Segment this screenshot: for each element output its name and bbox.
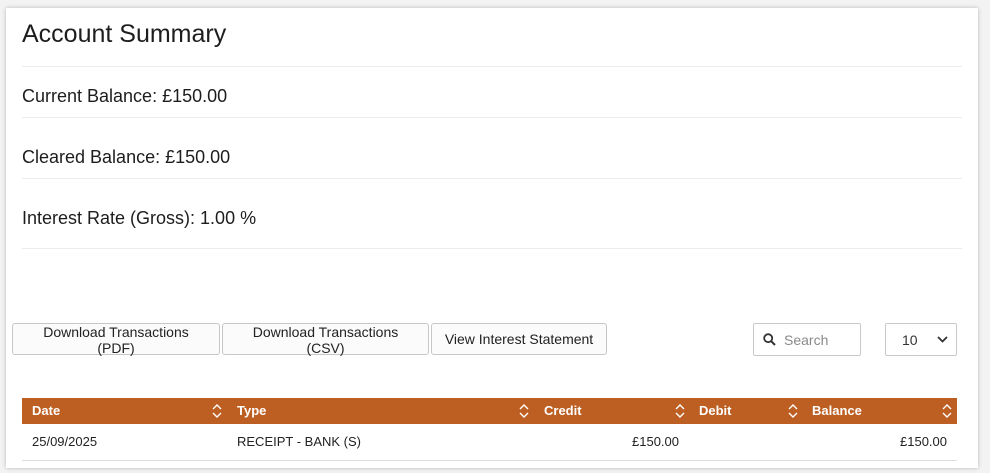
cell-type: RECEIPT - BANK (S) [237,434,362,449]
sort-icon[interactable] [519,403,529,419]
table-row: 25/09/2025 RECEIPT - BANK (S) £150.00 £1… [22,424,957,461]
search-box[interactable] [753,323,861,356]
table-header: Date Type Credit Debit Balance [22,398,957,424]
current-balance: Current Balance: £150.00 [22,86,228,106]
cell-balance: £150.00 [900,434,947,449]
download-pdf-button[interactable]: Download Transactions (PDF) [12,323,220,356]
cell-credit: £150.00 [632,434,679,449]
page-title: Account Summary [22,20,227,48]
chevron-down-icon [937,336,948,343]
sort-icon[interactable] [788,403,798,419]
cell-date: 25/09/2025 [32,434,98,449]
page-size-select[interactable]: 10 [885,323,957,356]
page-size-value: 10 [902,331,918,348]
column-debit[interactable]: Debit [699,398,732,424]
column-credit[interactable]: Credit [544,398,582,424]
search-input[interactable] [782,330,856,349]
column-balance[interactable]: Balance [812,398,862,424]
column-date[interactable]: Date [32,398,60,424]
download-csv-button[interactable]: Download Transactions (CSV) [222,323,429,356]
account-summary-card: Account Summary Current Balance: £150.00… [6,8,978,468]
divider [22,66,962,67]
divider [22,178,962,179]
divider [22,117,962,118]
divider [22,248,962,249]
column-type[interactable]: Type [237,398,266,424]
sort-icon[interactable] [942,403,952,419]
search-icon [763,333,776,346]
view-interest-statement-button[interactable]: View Interest Statement [431,323,607,355]
cleared-balance: Cleared Balance: £150.00 [22,147,231,167]
sort-icon[interactable] [212,403,222,419]
sort-icon[interactable] [675,403,685,419]
interest-rate: Interest Rate (Gross): 1.00 % [22,208,257,228]
